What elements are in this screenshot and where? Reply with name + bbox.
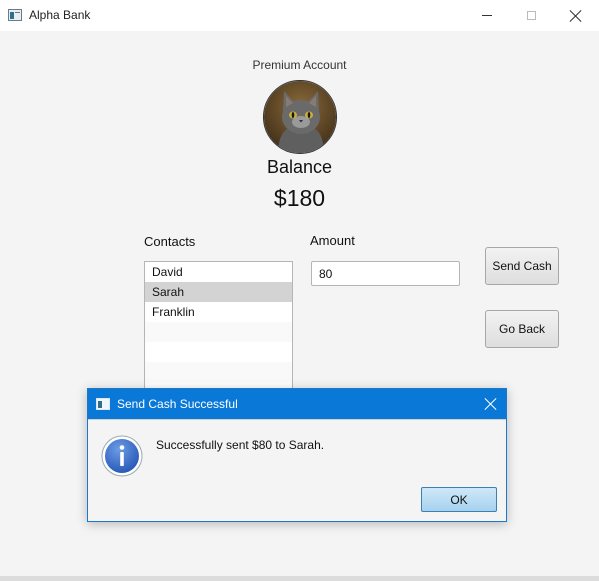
dialog-window-icon [96,398,110,410]
close-icon [485,398,497,410]
contacts-label: Contacts [144,234,196,249]
dialog-message: Successfully sent $80 to Sarah. [156,438,325,452]
account-type-label: Premium Account [252,58,347,72]
send-cash-dialog: Send Cash Successful Successfully sent $… [87,388,507,522]
cat-photo-icon [264,81,336,153]
title-bar[interactable]: Alpha Bank [0,0,599,31]
ok-button[interactable]: OK [421,487,497,512]
dialog-title: Send Cash Successful [117,397,238,411]
send-cash-button[interactable]: Send Cash [485,247,559,285]
maximize-button[interactable] [508,0,554,31]
go-back-button[interactable]: Go Back [485,310,559,348]
contacts-list[interactable]: David Sarah Franklin [144,261,293,396]
dialog-title-bar[interactable]: Send Cash Successful [88,389,506,419]
avatar [263,80,337,154]
balance-label: Balance [266,157,333,177]
amount-label: Amount [310,233,355,248]
window-bottom-border [0,576,599,581]
contact-item-david[interactable]: David [145,262,292,282]
list-empty-row [145,322,292,342]
balance-value: $180 [273,185,326,211]
info-icon [101,435,143,477]
contact-item-sarah[interactable]: Sarah [145,282,292,302]
maximize-icon [526,11,536,20]
amount-input[interactable] [311,261,460,286]
list-empty-row [145,362,292,382]
app-window-icon [8,9,22,21]
close-icon [570,10,582,22]
dialog-divider [88,419,506,420]
close-button[interactable] [553,0,599,31]
contact-item-franklin[interactable]: Franklin [145,302,292,322]
minimize-icon [482,15,492,16]
dialog-close-button[interactable] [476,389,506,419]
list-empty-row [145,342,292,362]
minimize-button[interactable] [464,0,510,31]
window-title: Alpha Bank [29,8,91,22]
